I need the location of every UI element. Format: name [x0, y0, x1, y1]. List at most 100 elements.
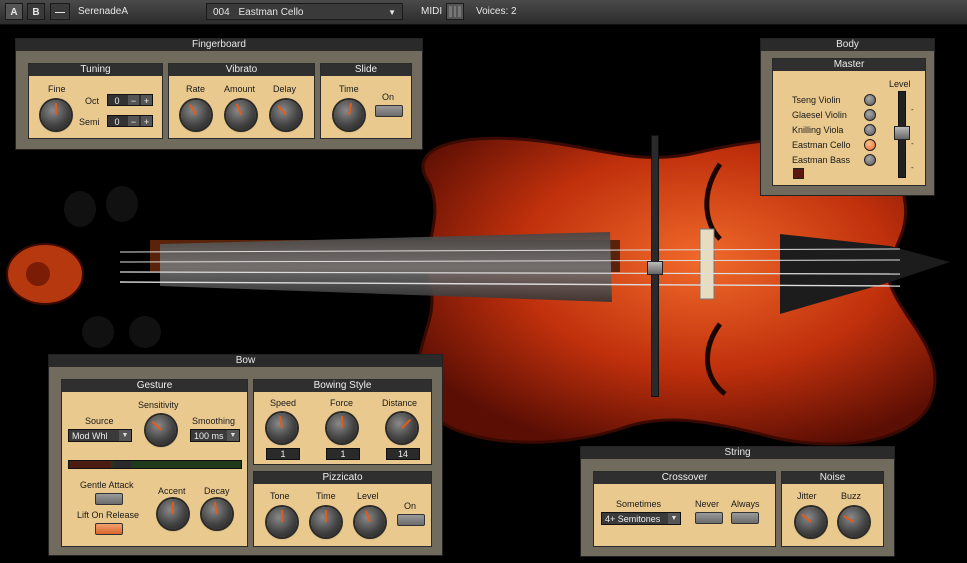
force-label: Force — [330, 398, 354, 408]
always-label: Always — [731, 499, 760, 509]
jitter-label: Jitter — [797, 491, 817, 501]
gesture-meter-marker — [113, 461, 131, 468]
semi-plus-button[interactable]: + — [141, 116, 152, 127]
pizzicato-section: Pizzicato Tone Time Level On — [253, 471, 432, 547]
instrument-select[interactable]: 004 Eastman Cello ▼ — [206, 3, 403, 20]
oct-stepper[interactable]: 0 − + — [107, 94, 153, 106]
string-panel: String Crossover Sometimes 4+ Semitones … — [580, 446, 895, 557]
tone-knob[interactable] — [267, 507, 297, 537]
radio-eastman-bass[interactable] — [864, 154, 876, 166]
speed-label: Speed — [270, 398, 297, 408]
sometimes-value: 4+ Semitones — [605, 514, 661, 524]
level-label: Level — [889, 79, 911, 89]
noise-section: Noise Jitter Buzz — [781, 471, 884, 547]
slide-time-knob[interactable] — [334, 100, 364, 130]
pizz-time-knob[interactable] — [311, 507, 341, 537]
sensitivity-knob[interactable] — [146, 415, 176, 445]
semi-value: 0 — [114, 117, 120, 127]
tuning-section: Tuning Fine Oct 0 − + Semi 0 − + — [28, 63, 163, 139]
force-value[interactable]: 1 — [326, 448, 360, 460]
lift-on-release-label: Lift On Release — [77, 510, 140, 520]
jitter-knob[interactable] — [796, 507, 826, 537]
fine-knob[interactable] — [41, 100, 71, 130]
tone-label: Tone — [270, 491, 290, 501]
minimize-button[interactable]: — — [50, 3, 70, 20]
distance-value[interactable]: 14 — [386, 448, 420, 460]
slide-on-label: On — [382, 92, 395, 102]
body-level-thumb[interactable] — [894, 126, 910, 140]
rate-label: Rate — [186, 84, 206, 94]
crossover-section: Crossover Sometimes 4+ Semitones ▼ Never… — [593, 471, 776, 547]
level-tick: - — [911, 163, 914, 172]
instrument-name: Eastman Cello — [238, 7, 304, 18]
distance-label: Distance — [382, 398, 418, 408]
gentle-attack-button[interactable] — [95, 493, 123, 505]
delay-knob[interactable] — [271, 100, 301, 130]
voices-text: Voices: 2 — [476, 6, 517, 17]
instrument-tseng-violin[interactable]: Tseng Violin — [792, 95, 840, 105]
preset-name-label: SerenadeA — [78, 6, 129, 17]
fingerboard-panel: Fingerboard Tuning Fine Oct 0 − + Semi 0… — [15, 38, 423, 150]
semi-stepper[interactable]: 0 − + — [107, 115, 153, 127]
gentle-attack-label: Gentle Attack — [80, 480, 134, 490]
preset-name[interactable]: SerenadeA — [72, 3, 192, 20]
chevron-down-icon: ▼ — [119, 430, 131, 441]
pizz-level-label: Level — [357, 491, 379, 501]
instrument-glaesel-violin[interactable]: Glaesel Violin — [792, 110, 847, 120]
instrument-eastman-cello[interactable]: Eastman Cello — [792, 140, 851, 150]
accent-knob[interactable] — [158, 499, 188, 529]
buzz-label: Buzz — [841, 491, 862, 501]
bow-position-thumb[interactable] — [647, 261, 663, 275]
lift-on-release-button[interactable] — [95, 523, 123, 535]
speed-knob[interactable] — [267, 413, 297, 443]
force-knob[interactable] — [327, 413, 357, 443]
oct-value: 0 — [114, 96, 120, 106]
semi-minus-button[interactable]: − — [128, 116, 139, 127]
never-label: Never — [695, 499, 720, 509]
chevron-down-icon: ▼ — [668, 513, 680, 524]
oct-label: Oct — [85, 96, 100, 106]
radio-knilling-viola[interactable] — [864, 124, 876, 136]
slot-a-button[interactable]: A — [5, 3, 23, 20]
delay-label: Delay — [273, 84, 297, 94]
chevron-down-icon: ▼ — [227, 430, 239, 441]
sometimes-dropdown[interactable]: 4+ Semitones ▼ — [601, 512, 681, 525]
keyboard-icon — [449, 6, 461, 17]
bowing-style-section: Bowing Style Speed 1 Force 1 Distance 14 — [253, 379, 432, 465]
radio-eastman-cello[interactable] — [864, 139, 876, 151]
radio-glaesel-violin[interactable] — [864, 109, 876, 121]
bowing-style-title: Bowing Style — [254, 380, 431, 392]
never-button[interactable] — [695, 512, 723, 524]
instrument-knilling-viola[interactable]: Knilling Viola — [792, 125, 843, 135]
smoothing-label: Smoothing — [192, 416, 236, 426]
gesture-title: Gesture — [62, 380, 247, 392]
oct-plus-button[interactable]: + — [141, 95, 152, 106]
pizz-on-label: On — [404, 501, 417, 511]
speed-value[interactable]: 1 — [266, 448, 300, 460]
chevron-down-icon: ▼ — [388, 8, 396, 17]
buzz-knob[interactable] — [839, 507, 869, 537]
top-toolbar: A B — SerenadeA 004 Eastman Cello ▼ MIDI… — [0, 0, 967, 25]
bow-panel: Bow Gesture Source Sensitivity Smoothing… — [48, 354, 443, 556]
smoothing-dropdown[interactable]: 100 ms ▼ — [190, 429, 240, 442]
oct-minus-button[interactable]: − — [128, 95, 139, 106]
instrument-eastman-bass[interactable]: Eastman Bass — [792, 155, 850, 165]
vibrato-title: Vibrato — [169, 64, 314, 76]
slot-b-button[interactable]: B — [27, 3, 45, 20]
pizz-level-knob[interactable] — [355, 507, 385, 537]
amount-knob[interactable] — [226, 100, 256, 130]
pizz-on-button[interactable] — [397, 514, 425, 526]
decay-knob[interactable] — [202, 499, 232, 529]
slide-on-button[interactable] — [375, 105, 403, 117]
source-dropdown[interactable]: Mod Whl ▼ — [68, 429, 132, 442]
body-level-slider[interactable] — [894, 91, 910, 178]
midi-keyboard-icon[interactable] — [446, 3, 464, 20]
always-button[interactable] — [731, 512, 759, 524]
rate-knob[interactable] — [181, 100, 211, 130]
radio-tseng-violin[interactable] — [864, 94, 876, 106]
bow-position-slider[interactable] — [647, 135, 663, 397]
string-title: String — [581, 447, 894, 459]
slide-title: Slide — [321, 64, 411, 76]
distance-knob[interactable] — [387, 413, 417, 443]
crossover-title: Crossover — [594, 472, 775, 484]
